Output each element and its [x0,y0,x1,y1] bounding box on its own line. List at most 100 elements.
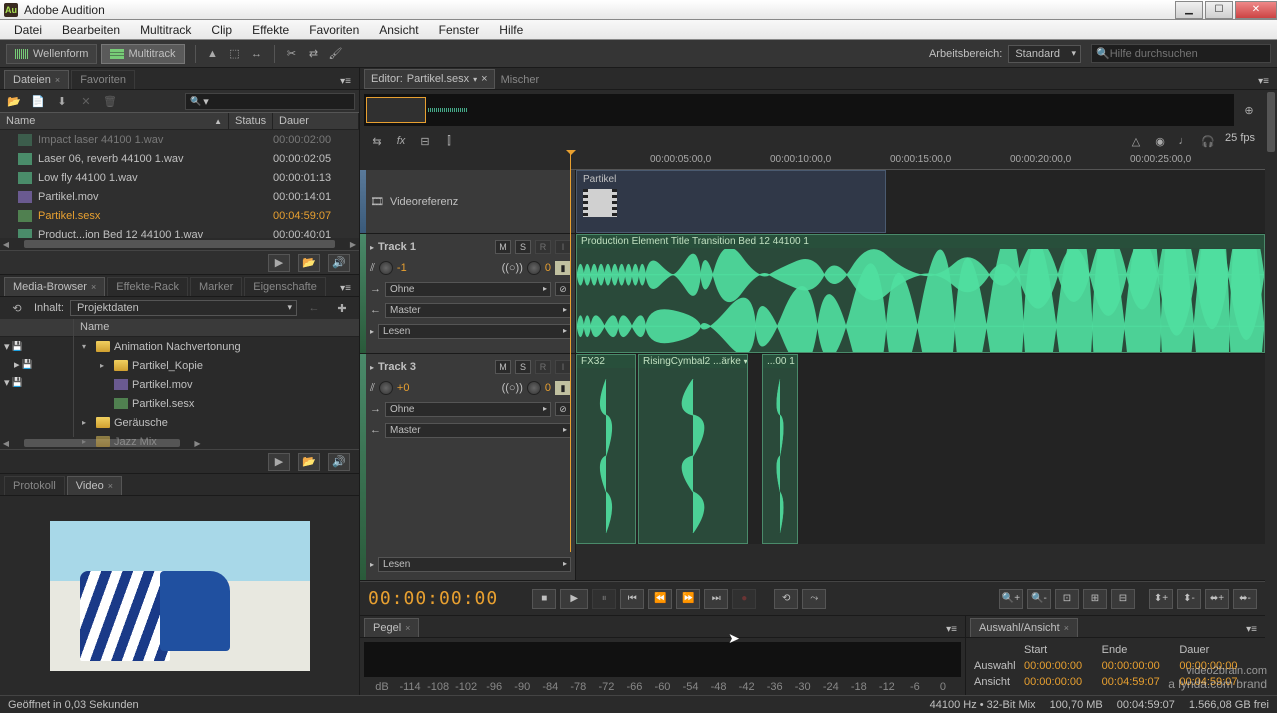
drive-item[interactable]: ▾💾 [0,337,73,355]
panel-menu-icon[interactable]: ▾≡ [336,281,355,296]
goto-start-button[interactable]: ⏮ [620,589,644,609]
close-icon[interactable]: × [55,75,60,85]
timecode-display[interactable]: 00:00:00:00 [368,588,498,609]
files-search[interactable]: ▾ [185,93,355,110]
tab-favoriten[interactable]: Favoriten [71,70,135,89]
tab-editor[interactable]: Editor: Partikel.sesx ▾ × [364,69,495,89]
playhead[interactable] [570,152,571,552]
play-button[interactable]: ▶ [560,589,588,609]
timeline-ruler[interactable]: 00:00:05:00,000:00:10:00,000:00:15:00,00… [360,152,1265,170]
output-select[interactable]: Master [385,303,571,318]
tree-item[interactable]: ▸Partikel_Kopie [74,356,359,375]
monitor-icon[interactable]: 🎧 [1198,132,1218,150]
solo-button[interactable]: S [515,360,531,374]
import-icon[interactable]: ⬇ [53,92,71,110]
window-maximize-button[interactable]: ☐ [1205,1,1233,19]
drive-item[interactable]: ▾💾 [0,373,73,391]
zoom-out-v-icon[interactable]: ⬍- [1177,589,1201,609]
zoom-out-h-icon[interactable]: ⬌- [1233,589,1257,609]
track-name[interactable]: Track 3 [378,361,491,373]
ansicht-start[interactable]: 00:00:00:00 [1024,676,1102,688]
mode-multitrack-button[interactable]: Multitrack [101,44,184,64]
audio-clip[interactable]: Production Element Title Transition Bed … [576,234,1265,353]
menu-effekte[interactable]: Effekte [242,21,299,39]
track-expand-icon[interactable]: ▸ [370,327,374,336]
close-icon[interactable]: × [481,73,487,85]
file-row[interactable]: Partikel.sesx00:04:59:07 [0,206,359,225]
tab-mischer[interactable]: Mischer [495,71,546,89]
tool-razor-icon[interactable]: ✂ [282,45,302,63]
menu-bearbeiten[interactable]: Bearbeiten [52,21,130,39]
input-select[interactable]: Ohne [385,282,551,297]
menu-datei[interactable]: Datei [4,21,52,39]
tool-move-icon[interactable]: ▲ [203,45,223,63]
snap2-icon[interactable]: ◉ [1150,132,1170,150]
open-file-icon[interactable]: 📂 [5,92,23,110]
pan-knob[interactable] [527,381,541,395]
mute-button[interactable]: M [495,360,511,374]
tab-protokoll[interactable]: Protokoll [4,476,65,495]
pause-button[interactable]: ⏸ [592,589,616,609]
files-loop-button[interactable]: 📂 [298,254,320,272]
delete-file-icon[interactable]: 🗑 [101,92,119,110]
files-play-button[interactable]: ▶ [268,254,290,272]
rewind-button[interactable]: ⏪ [648,589,672,609]
mb-loop-button[interactable]: 📂 [298,453,320,471]
auswahl-start[interactable]: 00:00:00:00 [1024,660,1102,672]
track-input-icon[interactable]: ⇆ [367,132,387,150]
mb-play-button[interactable]: ▶ [268,453,290,471]
tab-eigenschaften[interactable]: Eigenschafte [244,277,326,296]
fx-bypass-icon[interactable]: ⊘ [555,402,571,416]
monitor-button[interactable]: I [555,360,571,374]
file-row[interactable]: Product...ion Bed 12 44100 1.wav00:00:40… [0,225,359,238]
zoom-v-icon[interactable]: ⊟ [1111,589,1135,609]
automation-select[interactable]: Lesen [378,557,571,572]
monitor-button[interactable]: I [555,240,571,254]
track-sends-icon[interactable]: ⊟ [415,132,435,150]
panel-menu-icon[interactable]: ▾≡ [336,74,355,89]
panel-menu-icon[interactable]: ▾≡ [1242,622,1261,637]
expand-icon[interactable]: ▾ [82,342,92,351]
fx-bypass-icon[interactable]: ⊘ [555,282,571,296]
file-row[interactable]: Impact laser 44100 1.wav00:00:02:00 [0,130,359,149]
new-file-icon[interactable]: 📄 [29,92,47,110]
tree-item[interactable]: Partikel.mov [74,375,359,394]
file-row[interactable]: Laser 06, reverb 44100 1.wav00:00:02:05 [0,149,359,168]
track-fx-icon[interactable]: fx [391,132,411,150]
loop-button[interactable]: ⟲ [774,589,798,609]
volume-value[interactable]: +0 [397,382,410,394]
record-button[interactable]: R [535,240,551,254]
mb-home-icon[interactable]: ⟲ [7,299,27,317]
record-button[interactable]: R [535,360,551,374]
volume-knob[interactable] [379,381,393,395]
goto-end-button[interactable]: ⏭ [704,589,728,609]
file-row[interactable]: Partikel.mov00:00:14:01 [0,187,359,206]
col-name[interactable]: Name▲ [0,113,229,129]
close-file-icon[interactable]: ✕ [77,92,95,110]
panel-menu-icon[interactable]: ▾≡ [1254,74,1273,89]
tab-pegel[interactable]: Pegel× [364,618,419,637]
menu-favoriten[interactable]: Favoriten [299,21,369,39]
menu-multitrack[interactable]: Multitrack [130,21,201,39]
tool-brush-icon[interactable]: 🖌 [326,45,346,63]
window-close-button[interactable]: ✕ [1235,1,1277,19]
zoom-in-v-icon[interactable]: ⬍+ [1149,589,1173,609]
zoom-sel-icon[interactable]: ⊞ [1083,589,1107,609]
menu-fenster[interactable]: Fenster [429,21,490,39]
window-minimize-button[interactable]: ▁ [1175,1,1203,19]
tab-auswahl[interactable]: Auswahl/Ansicht× [970,618,1078,637]
stop-button[interactable]: ■ [532,589,556,609]
zoom-full-icon[interactable]: ⊕ [1239,101,1259,119]
tab-marker[interactable]: Marker [190,277,242,296]
drive-item[interactable]: ▸💾 [0,355,73,373]
pan-value[interactable]: 0 [545,262,551,274]
tool-select-icon[interactable]: ⬚ [225,45,245,63]
help-search[interactable]: 🔍 [1091,44,1271,63]
col-status[interactable]: Status [229,113,273,129]
menu-clip[interactable]: Clip [201,21,242,39]
video-clip[interactable]: Partikel [576,170,886,233]
zoom-out-icon[interactable]: 🔍- [1027,589,1051,609]
workspace-select[interactable]: Standard [1008,45,1081,63]
tree-item[interactable]: ▾Animation Nachvertonung [74,337,359,356]
pan-value[interactable]: 0 [545,382,551,394]
